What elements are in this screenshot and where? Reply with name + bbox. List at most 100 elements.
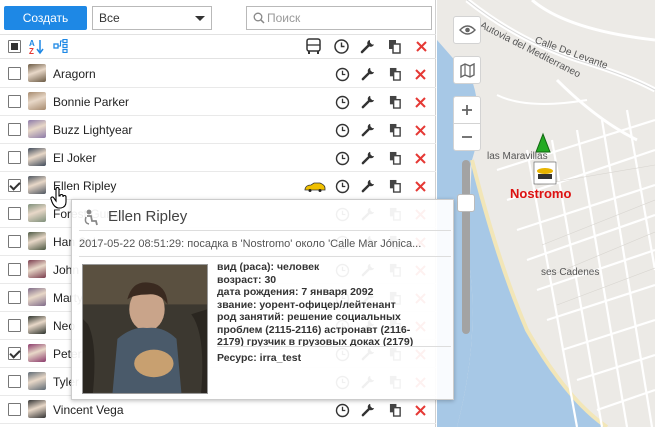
row-checkbox[interactable] bbox=[8, 179, 21, 192]
user-name[interactable]: Aragorn bbox=[53, 67, 96, 81]
row-checkbox[interactable] bbox=[8, 123, 21, 136]
bus-icon[interactable] bbox=[305, 38, 322, 55]
row-checkbox[interactable] bbox=[8, 207, 21, 220]
delete-icon[interactable] bbox=[415, 403, 426, 419]
user-name[interactable]: Vincent Vega bbox=[53, 403, 124, 417]
row-checkbox[interactable] bbox=[8, 403, 21, 416]
unit-label[interactable]: Nostromo bbox=[510, 186, 571, 201]
avatar bbox=[28, 232, 46, 250]
zoom-slider-track[interactable] bbox=[462, 160, 470, 334]
wrench-icon[interactable] bbox=[360, 39, 375, 54]
avatar bbox=[28, 120, 46, 138]
row-checkbox[interactable] bbox=[8, 67, 21, 80]
row-checkbox[interactable] bbox=[8, 151, 21, 164]
search-icon bbox=[253, 12, 265, 24]
user-icon bbox=[84, 209, 98, 226]
clock-icon[interactable] bbox=[335, 123, 350, 141]
tooltip-event: 2017-05-22 08:51:29: посадка в 'Nostromo… bbox=[79, 238, 422, 250]
row-checkbox[interactable] bbox=[8, 375, 21, 388]
user-row[interactable]: Aragorn bbox=[0, 60, 436, 88]
delete-icon[interactable] bbox=[415, 179, 426, 195]
search-box[interactable] bbox=[246, 6, 432, 30]
row-checkbox[interactable] bbox=[8, 319, 21, 332]
copy-icon[interactable] bbox=[389, 151, 402, 168]
copy-icon[interactable] bbox=[389, 95, 402, 112]
delete-icon[interactable] bbox=[415, 123, 426, 139]
copy-icon[interactable] bbox=[389, 179, 402, 196]
clock-icon[interactable] bbox=[335, 179, 350, 197]
list-header: A Z bbox=[0, 35, 436, 59]
minus-icon bbox=[462, 136, 472, 138]
delete-icon[interactable] bbox=[415, 151, 426, 167]
zoom-out-button[interactable] bbox=[453, 123, 481, 151]
user-row[interactable]: Vincent Vega bbox=[0, 396, 436, 424]
clock-icon[interactable] bbox=[335, 95, 350, 113]
avatar bbox=[28, 344, 46, 362]
copy-icon[interactable] bbox=[388, 39, 402, 54]
tooltip-info: вид (раса): человек возраст: 30 дата рожде… bbox=[217, 261, 427, 349]
copy-icon[interactable] bbox=[389, 67, 402, 84]
user-name[interactable]: Bonnie Parker bbox=[53, 95, 129, 109]
search-input[interactable] bbox=[267, 8, 427, 28]
clock-icon[interactable] bbox=[335, 67, 350, 85]
wrench-icon[interactable] bbox=[361, 403, 375, 420]
divider bbox=[79, 230, 451, 231]
zoom-in-button[interactable] bbox=[453, 96, 481, 124]
avatar bbox=[28, 148, 46, 166]
chevron-down-icon bbox=[195, 16, 205, 21]
user-tooltip: Ellen Ripley 2017-05-22 08:51:29: посадк… bbox=[71, 199, 454, 400]
avatar bbox=[28, 372, 46, 390]
avatar bbox=[28, 92, 46, 110]
map-label-area1: las Maravillas bbox=[487, 151, 548, 162]
copy-icon[interactable] bbox=[389, 403, 402, 420]
wrench-icon[interactable] bbox=[361, 95, 375, 112]
avatar bbox=[28, 400, 46, 418]
user-row[interactable]: El Joker bbox=[0, 144, 436, 172]
row-checkbox[interactable] bbox=[8, 235, 21, 248]
sort-alpha-icon[interactable]: A Z bbox=[29, 38, 45, 55]
visibility-toggle[interactable] bbox=[453, 16, 481, 44]
wrench-icon[interactable] bbox=[361, 123, 375, 140]
select-all-checkbox[interactable] bbox=[8, 40, 21, 53]
delete-icon[interactable] bbox=[415, 95, 426, 111]
divider bbox=[79, 256, 451, 257]
row-checkbox[interactable] bbox=[8, 95, 21, 108]
clock-icon[interactable] bbox=[335, 151, 350, 169]
map-layers-button[interactable] bbox=[453, 56, 481, 84]
clock-icon[interactable] bbox=[333, 38, 350, 55]
hierarchy-icon[interactable] bbox=[53, 39, 69, 53]
user-row[interactable]: Bonnie Parker bbox=[0, 88, 436, 116]
svg-text:Z: Z bbox=[29, 47, 34, 55]
map[interactable]: Autovia del Mediterraneo Calle De Levant… bbox=[437, 0, 655, 427]
tooltip-info-line: вид (раса): человек bbox=[217, 261, 320, 273]
map-label-area2: ses Cadenes bbox=[541, 267, 600, 278]
tooltip-info-line: род занятий: решение социальных проблем … bbox=[217, 311, 414, 348]
avatar bbox=[28, 176, 46, 194]
clock-icon[interactable] bbox=[335, 403, 350, 421]
avatar bbox=[28, 288, 46, 306]
user-name[interactable]: El Joker bbox=[53, 151, 96, 165]
delete-icon[interactable] bbox=[415, 67, 426, 83]
create-button[interactable]: Создать bbox=[4, 6, 87, 30]
row-checkbox[interactable] bbox=[8, 263, 21, 276]
delete-icon[interactable] bbox=[416, 41, 427, 52]
zoom-slider-handle[interactable] bbox=[457, 194, 475, 212]
wrench-icon[interactable] bbox=[361, 67, 375, 84]
filter-select[interactable]: Все bbox=[92, 6, 212, 30]
eye-icon bbox=[459, 25, 476, 35]
toolbar: Создать Все bbox=[0, 0, 436, 35]
unit-car-icon[interactable] bbox=[304, 181, 326, 195]
tooltip-info-line: возраст: 30 bbox=[217, 273, 277, 286]
tooltip-info-line: звание: уорент-офицер/лейтенант bbox=[217, 298, 396, 311]
plus-icon bbox=[462, 105, 472, 115]
user-name[interactable]: Buzz Lightyear bbox=[53, 123, 132, 137]
copy-icon[interactable] bbox=[389, 123, 402, 140]
wrench-icon[interactable] bbox=[361, 151, 375, 168]
row-checkbox[interactable] bbox=[8, 291, 21, 304]
wrench-icon[interactable] bbox=[361, 179, 375, 196]
filter-value: Все bbox=[99, 11, 120, 25]
avatar bbox=[28, 316, 46, 334]
user-row[interactable]: Buzz Lightyear bbox=[0, 116, 436, 144]
row-checkbox[interactable] bbox=[8, 347, 21, 360]
avatar bbox=[28, 64, 46, 82]
